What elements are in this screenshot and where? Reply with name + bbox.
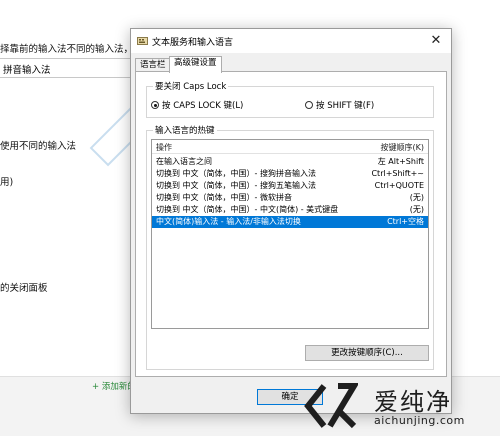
watermark-logo: 爱纯净 aichunjing.com <box>302 378 500 436</box>
logo-domain-text: aichunjing.com <box>374 414 465 427</box>
hotkey-action: 切换到 中文（简体，中国）- 中文(简体) - 美式键盘 <box>156 205 339 214</box>
settings-text-line: 使用不同的输入法 <box>0 141 77 152</box>
caps-lock-group: 要关闭 Caps Lock 按 CAPS LOCK 键(L) 按 SHIFT 键… <box>146 80 434 118</box>
caps-lock-group-label: 要关闭 Caps Lock <box>153 80 229 92</box>
radio-unselected-icon <box>305 101 313 109</box>
hotkey-action: 中文(简体)输入法 - 输入法/非输入法切换 <box>156 217 301 226</box>
hotkey-keys: Ctrl+QUOTE <box>374 181 424 190</box>
hotkey-list-header: 操作 按键顺序(K) <box>152 140 428 154</box>
tab-language-bar[interactable]: 语言栏 <box>135 58 171 72</box>
hotkey-action: 切换到 中文（简体，中国）- 搜狗五笔输入法 <box>156 181 316 190</box>
hotkey-row-selected[interactable]: 中文(简体)输入法 - 输入法/非输入法切换 Ctrl+空格 <box>152 216 428 228</box>
shift-option-label: 按 SHIFT 键(F) <box>316 101 375 111</box>
tab-advanced-key-settings[interactable]: 高级键设置 <box>169 56 222 73</box>
caps-lock-option-label: 按 CAPS LOCK 键(L) <box>162 101 244 111</box>
hotkey-keys: Ctrl+空格 <box>387 217 424 226</box>
settings-text-line: 用) <box>0 177 14 188</box>
column-header-action[interactable]: 操作 <box>156 142 172 153</box>
hotkey-row[interactable]: 在输入语言之间 左 Alt+Shift <box>152 156 428 168</box>
hotkey-row[interactable]: 切换到 中文（简体，中国）- 中文(简体) - 美式键盘 (无) <box>152 204 428 216</box>
hotkey-group: 输入语言的热键 操作 按键顺序(K) 在输入语言之间 左 Alt+Shift 切… <box>146 124 434 370</box>
shift-option[interactable]: 按 SHIFT 键(F) <box>305 99 374 111</box>
hotkey-group-label: 输入语言的热键 <box>153 124 217 136</box>
change-key-sequence-button[interactable]: 更改按键顺序(C)... <box>305 345 429 361</box>
hotkey-row[interactable]: 切换到 中文（简体，中国）- 搜狗五笔输入法 Ctrl+QUOTE <box>152 180 428 192</box>
hotkey-row[interactable]: 切换到 中文（简体，中国）- 微软拼音 (无) <box>152 192 428 204</box>
dialog-title: 文本服务和输入语言 <box>152 38 234 48</box>
settings-text-line: 的关闭面板 <box>0 283 48 294</box>
logo-mark-icon <box>304 383 358 429</box>
hotkey-action: 切换到 中文（简体，中国）- 微软拼音 <box>156 193 292 202</box>
close-icon: ✕ <box>430 33 442 48</box>
hotkey-keys: Ctrl+Shift+~ <box>371 169 424 178</box>
keyboard-icon <box>137 37 148 45</box>
hotkey-action: 在输入语言之间 <box>156 157 212 166</box>
column-header-keys[interactable]: 按键顺序(K) <box>381 142 425 153</box>
text-services-dialog: 文本服务和输入语言 ✕ 语言栏 高级键设置 要关闭 Caps Lock 按 CA… <box>130 28 452 414</box>
settings-text-line: 择靠前的输入法不同的输入法，请 <box>0 44 143 55</box>
logo-chinese-text: 爱纯净 <box>374 388 452 416</box>
hotkey-list[interactable]: 操作 按键顺序(K) 在输入语言之间 左 Alt+Shift 切换到 中文（简体… <box>151 139 429 329</box>
hotkey-row[interactable]: 切换到 中文（简体，中国）- 搜狗拼音输入法 Ctrl+Shift+~ <box>152 168 428 180</box>
default-input-method-select[interactable]: 拼音输入法 <box>0 58 140 78</box>
caps-lock-option[interactable]: 按 CAPS LOCK 键(L) <box>151 99 243 111</box>
tab-panel: 要关闭 Caps Lock 按 CAPS LOCK 键(L) 按 SHIFT 键… <box>135 71 447 377</box>
hotkey-keys: 左 Alt+Shift <box>377 157 424 166</box>
hotkey-action: 切换到 中文（简体，中国）- 搜狗拼音输入法 <box>156 169 316 178</box>
hotkey-keys: (无) <box>409 205 424 214</box>
close-button[interactable]: ✕ <box>421 29 451 53</box>
radio-selected-icon <box>151 101 159 109</box>
hotkey-keys: (无) <box>409 193 424 202</box>
dialog-titlebar: 文本服务和输入语言 ✕ <box>131 29 451 53</box>
